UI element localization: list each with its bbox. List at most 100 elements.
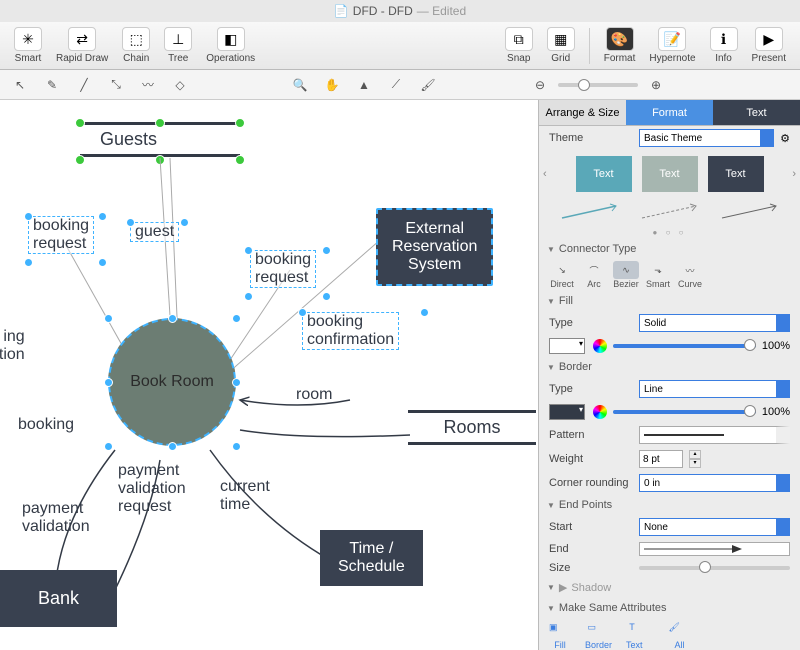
info-button[interactable]: ℹInfo bbox=[704, 25, 744, 66]
color-wheel-icon[interactable] bbox=[593, 339, 607, 353]
handle[interactable] bbox=[104, 378, 113, 387]
theme-swatch-2[interactable]: Text bbox=[642, 156, 698, 192]
endpoint-size-slider[interactable] bbox=[639, 566, 790, 570]
handle[interactable] bbox=[24, 258, 33, 267]
handle[interactable] bbox=[232, 314, 241, 323]
gear-icon[interactable]: ⚙ bbox=[780, 132, 790, 145]
stamp-tool-icon[interactable]: ▲ bbox=[352, 74, 376, 96]
handle[interactable] bbox=[180, 218, 189, 227]
format-button[interactable]: 🎨Format bbox=[598, 25, 642, 66]
handle[interactable] bbox=[98, 212, 107, 221]
page-dots[interactable]: ● ○ ○ bbox=[539, 226, 800, 239]
pointer-tool-icon[interactable]: ↖ bbox=[8, 74, 32, 96]
end-endpoint-select[interactable] bbox=[639, 542, 790, 556]
hand-tool-icon[interactable]: ✋ bbox=[320, 74, 344, 96]
shape-tool-icon[interactable]: ◇ bbox=[168, 74, 192, 96]
handle[interactable] bbox=[235, 118, 245, 128]
start-endpoint-select[interactable]: None bbox=[639, 518, 790, 536]
shadow-header[interactable]: ▶ Shadow bbox=[539, 577, 800, 598]
endpoints-header[interactable]: End Points bbox=[539, 495, 800, 515]
chain-button[interactable]: ⬚Chain bbox=[116, 25, 156, 66]
time-schedule-entity[interactable]: Time / Schedule bbox=[320, 530, 423, 586]
border-header[interactable]: Border bbox=[539, 357, 800, 377]
booking-request-label-2[interactable]: booking request bbox=[250, 250, 316, 288]
eyedrop-icon[interactable]: ✎ bbox=[40, 74, 64, 96]
book-room-process[interactable]: Book Room bbox=[108, 318, 236, 446]
diagram-canvas[interactable]: Guests booking request guest booking req… bbox=[0, 100, 538, 650]
handle[interactable] bbox=[155, 118, 165, 128]
color-wheel-icon[interactable] bbox=[593, 405, 607, 419]
handle[interactable] bbox=[126, 218, 135, 227]
connector-direct[interactable]: ↘Direct bbox=[549, 261, 575, 289]
hypernote-button[interactable]: 📝Hypernote bbox=[643, 25, 701, 66]
same-text-button[interactable]: TText Format bbox=[626, 622, 655, 650]
zoom-slider[interactable] bbox=[558, 83, 638, 87]
fill-header[interactable]: Fill bbox=[539, 291, 800, 311]
handle[interactable] bbox=[232, 442, 241, 451]
rooms-data-store[interactable]: Rooms bbox=[408, 410, 536, 445]
tree-button[interactable]: ⊥Tree bbox=[158, 25, 198, 66]
corner-select[interactable]: 0 in bbox=[639, 474, 790, 492]
present-button[interactable]: ▶Present bbox=[746, 25, 792, 66]
handle[interactable] bbox=[322, 246, 331, 255]
tab-format[interactable]: Format bbox=[626, 100, 713, 126]
same-attributes-header[interactable]: Make Same Attributes bbox=[539, 598, 800, 618]
border-color-well[interactable]: ▾ bbox=[549, 404, 585, 420]
handle[interactable] bbox=[104, 314, 113, 323]
tab-text[interactable]: Text bbox=[713, 100, 800, 126]
same-all-button[interactable]: 🖌All bbox=[669, 622, 691, 650]
bank-entity[interactable]: Bank bbox=[0, 570, 117, 627]
brush-icon[interactable]: 🖌 bbox=[416, 74, 440, 96]
handle[interactable] bbox=[244, 292, 253, 301]
handle[interactable] bbox=[232, 378, 241, 387]
handle[interactable] bbox=[24, 212, 33, 221]
border-opacity-slider[interactable] bbox=[613, 410, 756, 414]
booking-request-label-1[interactable]: booking request bbox=[28, 216, 94, 254]
fill-type-select[interactable]: Solid bbox=[639, 314, 790, 332]
smart-button[interactable]: ✳Smart bbox=[8, 25, 48, 66]
handle[interactable] bbox=[155, 155, 165, 165]
same-border-button[interactable]: ▭Border bbox=[585, 622, 612, 650]
guest-label[interactable]: guest bbox=[130, 222, 179, 242]
handle[interactable] bbox=[420, 308, 429, 317]
external-reservation-entity[interactable]: External Reservation System bbox=[376, 208, 493, 286]
handle[interactable] bbox=[75, 118, 85, 128]
arrow-style-2[interactable] bbox=[640, 202, 700, 222]
tab-arrange[interactable]: Arrange & Size bbox=[539, 100, 626, 126]
handle[interactable] bbox=[298, 308, 307, 317]
line-tool-icon[interactable]: ╱ bbox=[72, 74, 96, 96]
handle[interactable] bbox=[98, 258, 107, 267]
connector-tool-icon[interactable]: ⤡ bbox=[104, 74, 128, 96]
dropper-icon[interactable]: ⟋ bbox=[384, 74, 408, 96]
border-type-select[interactable]: Line bbox=[639, 380, 790, 398]
theme-swatch-1[interactable]: Text bbox=[576, 156, 632, 192]
zoom-out-icon[interactable]: ⊖ bbox=[528, 74, 552, 96]
booking-confirmation-label[interactable]: booking confirmation bbox=[302, 312, 399, 350]
handle[interactable] bbox=[168, 442, 177, 451]
arrow-style-1[interactable] bbox=[560, 202, 620, 222]
same-fill-button[interactable]: ▣Fill bbox=[549, 622, 571, 650]
pattern-select[interactable] bbox=[639, 426, 790, 444]
handle[interactable] bbox=[104, 442, 113, 451]
magnify-icon[interactable]: 🔍 bbox=[288, 74, 312, 96]
fill-color-well[interactable]: ▾ bbox=[549, 338, 585, 354]
connector-curve[interactable]: 〰Curve bbox=[677, 261, 703, 289]
connector-arc[interactable]: ⌒Arc bbox=[581, 261, 607, 289]
chevron-left-icon[interactable]: ‹ bbox=[543, 168, 547, 180]
theme-swatch-3[interactable]: Text bbox=[708, 156, 764, 192]
rapid-draw-button[interactable]: ⇄Rapid Draw bbox=[50, 25, 114, 66]
handle[interactable] bbox=[75, 155, 85, 165]
weight-stepper[interactable]: ▴▾ bbox=[689, 450, 701, 468]
arrow-style-3[interactable] bbox=[720, 202, 780, 222]
chevron-right-icon[interactable]: › bbox=[792, 168, 796, 180]
handle[interactable] bbox=[322, 292, 331, 301]
theme-select[interactable]: Basic Theme bbox=[639, 129, 774, 147]
connector-type-header[interactable]: Connector Type bbox=[539, 239, 800, 259]
connector-bezier[interactable]: ∿Bezier bbox=[613, 261, 639, 289]
handle[interactable] bbox=[244, 246, 253, 255]
handle[interactable] bbox=[168, 314, 177, 323]
operations-button[interactable]: ◧Operations bbox=[200, 25, 261, 66]
weight-field[interactable]: 8 pt bbox=[639, 450, 683, 468]
grid-button[interactable]: ▦Grid bbox=[541, 25, 581, 66]
snap-button[interactable]: ⧉Snap bbox=[499, 25, 539, 66]
